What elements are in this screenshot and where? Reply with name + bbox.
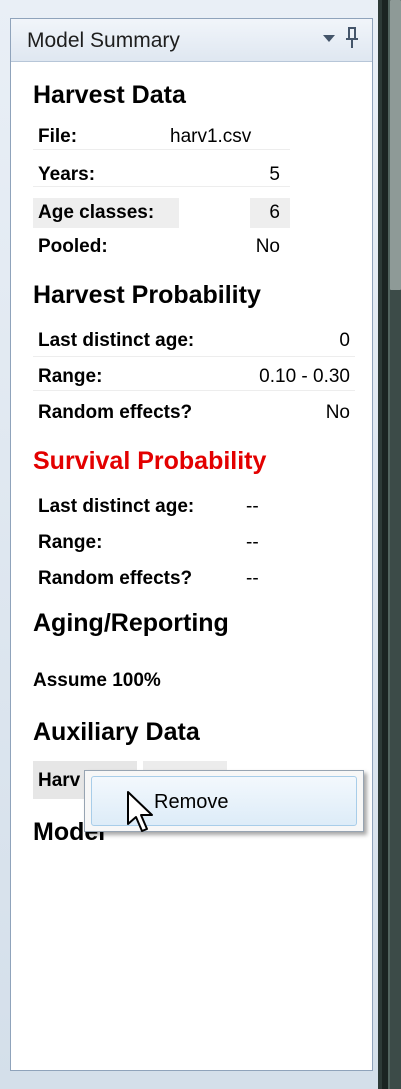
- hp-random-effects-value: No: [325, 402, 350, 423]
- harvest-age-classes-value: 6: [269, 202, 280, 223]
- harvest-file-label: File:: [38, 126, 78, 147]
- harvest-pooled-label: Pooled:: [38, 236, 108, 257]
- hp-last-distinct-age-value: 0: [339, 330, 350, 351]
- harvest-file-value: harv1.csv: [170, 126, 252, 147]
- sp-random-effects-label: Random effects?: [38, 568, 193, 589]
- mouse-pointer-icon: [127, 791, 153, 832]
- sp-last-distinct-age-value: --: [246, 496, 259, 517]
- dropdown-arrow-icon[interactable]: [323, 35, 335, 42]
- sp-range-label: Range:: [38, 532, 103, 553]
- sp-last-distinct-age-label: Last distinct age:: [38, 496, 195, 517]
- sp-random-effects-value: --: [246, 568, 259, 589]
- harvest-data-heading: Harvest Data: [33, 81, 186, 109]
- harvest-years-value: 5: [269, 164, 280, 185]
- hp-random-effects-label: Random effects?: [38, 402, 193, 423]
- context-menu-item-label: Remove: [154, 791, 229, 813]
- hp-last-distinct-age-label: Last distinct age:: [38, 330, 195, 351]
- pin-icon[interactable]: [345, 27, 359, 49]
- panel-header: Model Summary: [11, 19, 372, 62]
- harvest-age-classes-label: Age classes:: [38, 202, 155, 223]
- auxiliary-data-heading: Auxiliary Data: [33, 718, 200, 746]
- harvest-pooled-value: No: [255, 236, 280, 257]
- auxiliary-item-label: Harv: [38, 770, 81, 791]
- hp-range-label: Range:: [38, 366, 103, 387]
- harvest-probability-heading: Harvest Probability: [33, 281, 261, 309]
- aging-reporting-heading: Aging/Reporting: [33, 609, 229, 637]
- sp-range-value: --: [246, 532, 259, 553]
- hp-range-value: 0.10 - 0.30: [259, 366, 350, 387]
- right-window-frame: [378, 0, 401, 1089]
- survival-probability-heading: Survival Probability: [33, 447, 267, 475]
- scrollbar-thumb[interactable]: [390, 0, 401, 290]
- panel-title: Model Summary: [27, 29, 180, 52]
- aging-reporting-text: Assume 100%: [33, 670, 161, 691]
- harvest-years-label: Years:: [38, 164, 96, 185]
